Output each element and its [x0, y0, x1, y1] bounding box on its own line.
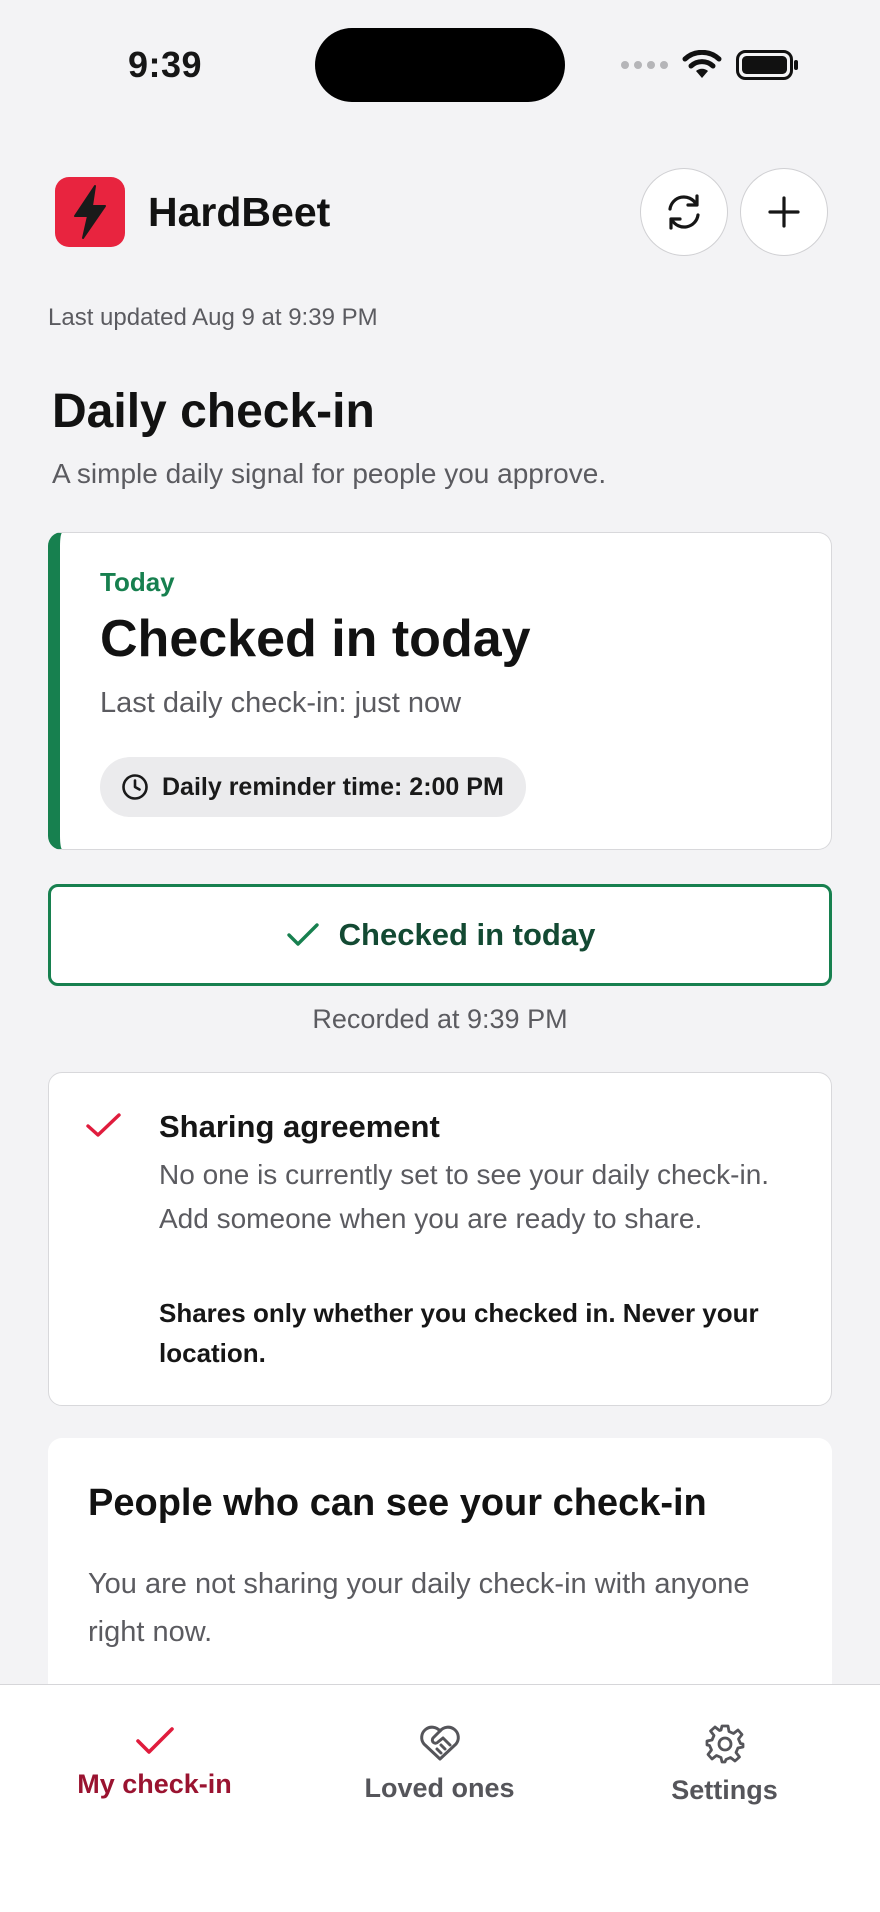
tab-loved-ones[interactable]: Loved ones	[293, 1723, 586, 1804]
lightning-icon	[74, 185, 106, 239]
app-logo	[55, 177, 125, 247]
checked-in-button[interactable]: Checked in today	[48, 884, 832, 986]
status-indicators	[621, 50, 800, 80]
tab-label: Loved ones	[364, 1773, 515, 1803]
sharing-agreement-title: Sharing agreement	[159, 1109, 440, 1144]
checked-in-button-label: Checked in today	[338, 917, 596, 952]
add-button[interactable]	[740, 168, 828, 256]
battery-icon	[736, 50, 798, 80]
clock-icon	[122, 774, 148, 800]
today-status-heading: Checked in today	[100, 610, 531, 668]
sharing-agreement-note: Shares only whether you checked in. Neve…	[159, 1298, 759, 1368]
tab-bar: My check-in Loved ones Settings	[0, 1684, 880, 1912]
check-icon	[286, 923, 319, 946]
last-checkin-text: Last daily check-in: just now	[100, 687, 462, 719]
last-updated-text: Last updated Aug 9 at 9:39 PM	[48, 304, 378, 331]
heart-handshake-icon	[419, 1725, 460, 1761]
reminder-time-pill[interactable]: Daily reminder time: 2:00 PM	[100, 757, 526, 817]
wifi-icon	[682, 50, 722, 78]
check-icon	[86, 1113, 121, 1137]
page-subtitle: A simple daily signal for people you app…	[52, 458, 607, 489]
people-card-body: You are not sharing your daily check-in …	[88, 1568, 750, 1648]
tab-label: Settings	[671, 1775, 778, 1805]
plus-icon	[768, 196, 800, 228]
status-bar: 9:39	[0, 0, 880, 120]
cellular-signal-icon	[621, 61, 668, 69]
app-name: HardBeet	[148, 189, 331, 235]
check-icon	[135, 1727, 174, 1754]
recorded-at-text: Recorded at 9:39 PM	[312, 1004, 568, 1034]
app-header: HardBeet	[0, 168, 880, 256]
page-title: Daily check-in	[52, 385, 375, 438]
today-status-card: Today Checked in today Last daily check-…	[48, 532, 832, 850]
dynamic-island	[315, 28, 565, 102]
refresh-icon	[668, 194, 700, 230]
people-card-title: People who can see your check-in	[88, 1482, 707, 1524]
tab-my-checkin[interactable]: My check-in	[8, 1723, 301, 1800]
reminder-time-label: Daily reminder time: 2:00 PM	[162, 772, 504, 801]
gear-icon	[705, 1724, 744, 1764]
sharing-agreement-card: Sharing agreement No one is currently se…	[48, 1072, 832, 1406]
refresh-button[interactable]	[640, 168, 728, 256]
tab-settings[interactable]: Settings	[578, 1723, 871, 1806]
today-label: Today	[100, 567, 175, 597]
status-time: 9:39	[128, 44, 203, 85]
sharing-agreement-body: No one is currently set to see your dail…	[159, 1159, 770, 1234]
tab-label: My check-in	[77, 1769, 232, 1799]
